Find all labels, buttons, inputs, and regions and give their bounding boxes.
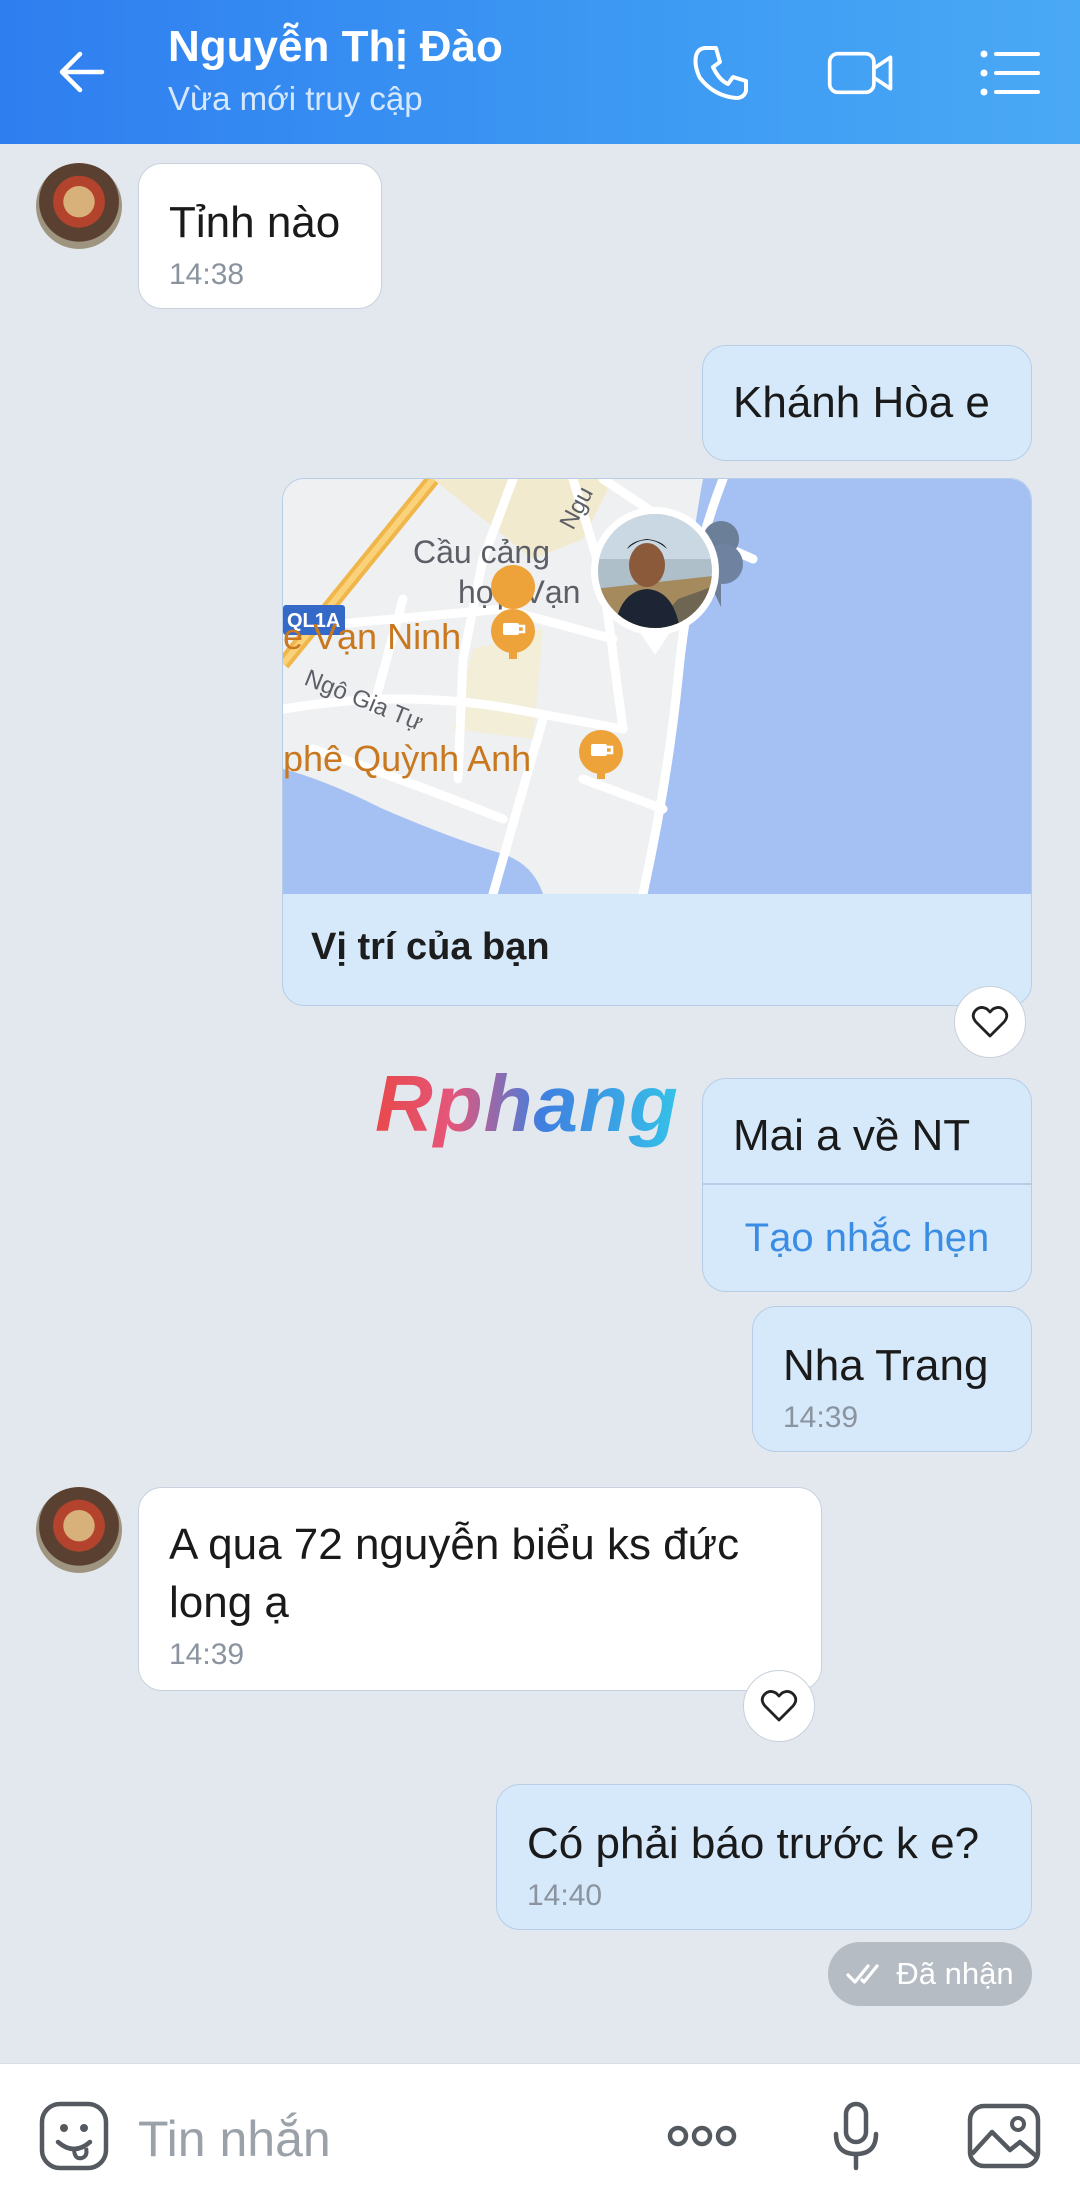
message-time: 14:39 bbox=[783, 1401, 859, 1434]
phone-icon[interactable] bbox=[686, 38, 756, 108]
message-time: 14:39 bbox=[169, 1638, 245, 1671]
back-arrow-icon[interactable] bbox=[52, 42, 112, 102]
double-check-icon bbox=[846, 1964, 879, 1984]
message-bubble-outgoing[interactable]: Nha Trang 14:39 bbox=[752, 1306, 1032, 1452]
delivery-status-badge: Đã nhận bbox=[828, 1942, 1032, 2006]
message-text: Mai a về NT bbox=[733, 1111, 971, 1160]
message-text: Có phải báo trước k e? bbox=[527, 1819, 980, 1868]
heart-icon bbox=[760, 1690, 798, 1722]
message-time: 14:40 bbox=[527, 1879, 603, 1912]
message-bubble-outgoing[interactable]: Khánh Hòa e bbox=[702, 345, 1032, 461]
location-card[interactable]: QL1A Cầu cảng hợp Vạn e Vạn Ninh phê Quỳ… bbox=[282, 478, 1032, 1006]
last-seen-status: Vừa mới truy cập bbox=[168, 80, 423, 117]
video-call-icon[interactable] bbox=[826, 38, 896, 108]
map-poi-label: e Vạn Ninh bbox=[283, 616, 461, 657]
contact-name[interactable]: Nguyễn Thị Đào bbox=[168, 22, 503, 72]
image-gallery-icon[interactable] bbox=[966, 2098, 1042, 2174]
message-text: Tỉnh nào bbox=[169, 198, 341, 247]
message-bubble-outgoing[interactable]: Mai a về NT Tạo nhắc hẹn bbox=[702, 1078, 1032, 1292]
message-bubble-incoming[interactable]: A qua 72 nguyễn biểu ks đức long ạ 14:39 bbox=[138, 1487, 822, 1691]
message-text: Khánh Hòa e bbox=[733, 378, 990, 427]
message-input[interactable]: Tin nhắn bbox=[138, 2110, 331, 2168]
microphone-icon[interactable] bbox=[818, 2098, 894, 2174]
delivery-status-label: Đã nhận bbox=[896, 1956, 1014, 1991]
map-place-label: Cầu cảng bbox=[413, 534, 550, 570]
location-label-bar[interactable]: Vị trí của bạn bbox=[283, 892, 1031, 1005]
message-text: Nha Trang bbox=[783, 1341, 989, 1390]
map-preview[interactable]: QL1A Cầu cảng hợp Vạn e Vạn Ninh phê Quỳ… bbox=[283, 479, 1031, 894]
watermark-logo: Rphang bbox=[375, 1059, 679, 1148]
menu-list-icon[interactable] bbox=[976, 38, 1046, 108]
message-bubble-incoming[interactable]: Tỉnh nào 14:38 bbox=[138, 163, 382, 309]
more-options-icon[interactable] bbox=[664, 2098, 740, 2174]
message-text: A qua 72 nguyễn biểu ks đức long ạ bbox=[169, 1520, 740, 1627]
sticker-emoji-icon[interactable] bbox=[36, 2098, 112, 2174]
react-heart-button[interactable] bbox=[743, 1670, 815, 1742]
message-composer: Tin nhắn bbox=[0, 2063, 1080, 2208]
create-reminder-button[interactable]: Tạo nhắc hẹn bbox=[703, 1185, 1031, 1291]
location-label: Vị trí của bạn bbox=[311, 926, 550, 968]
cafe-pin-icon bbox=[579, 730, 623, 779]
contact-avatar[interactable] bbox=[36, 1487, 122, 1573]
message-time: 14:38 bbox=[169, 258, 245, 291]
chat-header: Nguyễn Thị Đào Vừa mới truy cập bbox=[0, 0, 1080, 144]
message-bubble-outgoing[interactable]: Có phải báo trước k e? 14:40 bbox=[496, 1784, 1032, 1930]
contact-avatar[interactable] bbox=[36, 163, 122, 249]
heart-icon bbox=[971, 1006, 1009, 1038]
react-heart-button[interactable] bbox=[954, 986, 1026, 1058]
map-poi-label: phê Quỳnh Anh bbox=[283, 738, 531, 779]
